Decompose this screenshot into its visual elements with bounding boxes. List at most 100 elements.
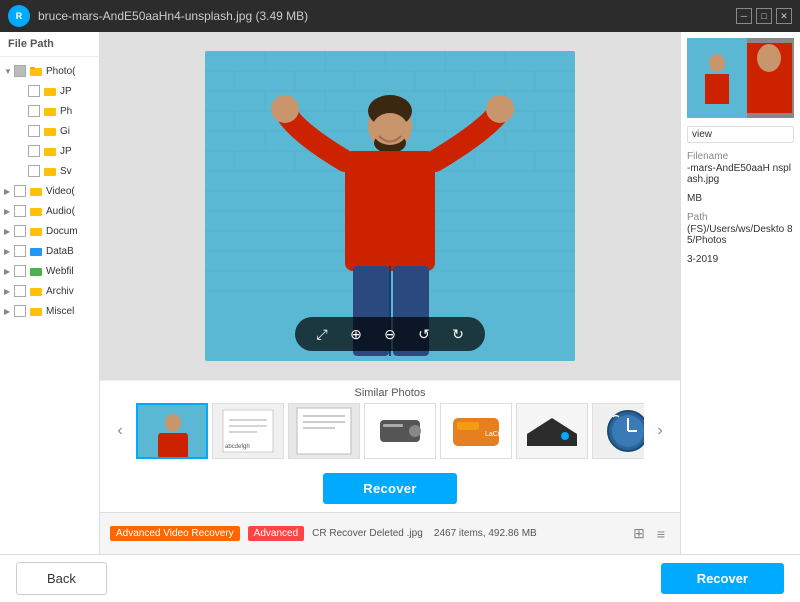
checkbox-gi[interactable] xyxy=(28,125,40,137)
view-input[interactable] xyxy=(687,126,794,143)
path-label: Path xyxy=(687,212,794,223)
bottom-bar: Advanced Video Recovery Advanced CR Reco… xyxy=(100,512,680,554)
folder-icon-jp2 xyxy=(43,144,57,158)
checkbox-jp1[interactable] xyxy=(28,85,40,97)
checkbox-audio[interactable] xyxy=(14,205,26,217)
back-button[interactable]: Back xyxy=(16,562,107,595)
right-panel: Filename -mars-AndE50aaH nsplash.jpg MB … xyxy=(680,32,800,554)
checkbox-archives[interactable] xyxy=(14,285,26,297)
preview-image: ⤢ ⊕ ⊖ ↺ ↻ xyxy=(205,51,575,361)
sidebar-label-misc: Miscel xyxy=(46,306,74,317)
app-logo: R xyxy=(8,5,30,27)
preview-area: ⤢ ⊕ ⊖ ↺ ↻ xyxy=(100,32,680,380)
size-field: MB xyxy=(687,193,794,204)
footer-recover-button[interactable]: Recover xyxy=(661,563,784,594)
date-value: 3-2019 xyxy=(687,254,794,265)
checkbox-ph[interactable] xyxy=(28,105,40,117)
thumb-6[interactable] xyxy=(516,403,588,459)
size-value: MB xyxy=(687,193,794,204)
sidebar-tree: ▼ Photo( JP xyxy=(0,57,99,554)
checkbox-photos[interactable] xyxy=(14,65,26,77)
thumb-2[interactable]: abcdefgh xyxy=(212,403,284,459)
thumb-1[interactable] xyxy=(136,403,208,459)
sidebar-item-jp2[interactable]: JP xyxy=(0,141,99,161)
title-bar-filename: bruce-mars-AndE50aaHn4-unsplash.jpg (3.4… xyxy=(38,9,736,23)
similar-photos-section: Similar Photos ‹ xyxy=(100,380,680,465)
sidebar-item-videos[interactable]: ▶ Video( xyxy=(0,181,99,201)
similar-photos-row: ‹ xyxy=(100,403,680,459)
image-toolbar: ⤢ ⊕ ⊖ ↺ ↻ xyxy=(295,317,485,351)
maximize-btn[interactable]: □ xyxy=(756,8,772,24)
sidebar-label-sv: Sv xyxy=(60,166,72,177)
sidebar-item-audio[interactable]: ▶ Audio( xyxy=(0,201,99,221)
folder-icon-misc xyxy=(29,304,43,318)
sidebar-item-database[interactable]: ▶ DataB xyxy=(0,241,99,261)
folder-icon-documents xyxy=(29,224,43,238)
sidebar-item-jp1[interactable]: JP xyxy=(0,81,99,101)
filename-field: Filename -mars-AndE50aaH nsplash.jpg xyxy=(687,151,794,185)
folder-icon-audio xyxy=(29,204,43,218)
close-btn[interactable]: ✕ xyxy=(776,8,792,24)
next-arrow[interactable]: › xyxy=(648,419,672,443)
sidebar-item-documents[interactable]: ▶ Docum xyxy=(0,221,99,241)
sidebar-item-webfiles[interactable]: ▶ Webfil xyxy=(0,261,99,281)
rotate-right-btn[interactable]: ↻ xyxy=(447,323,469,345)
bottom-status: CR Recover Deleted .jpg 2467 items, 492.… xyxy=(312,528,622,539)
folder-icon-sv xyxy=(43,164,57,178)
adv-tag: Advanced xyxy=(248,526,304,541)
sidebar-label-jp1: JP xyxy=(60,86,72,97)
sidebar-label-ph: Ph xyxy=(60,106,72,117)
checkbox-misc[interactable] xyxy=(14,305,26,317)
thumb-3[interactable] xyxy=(288,403,360,459)
sidebar-item-photos[interactable]: ▼ Photo( xyxy=(0,61,99,81)
sidebar-item-ph[interactable]: Ph xyxy=(0,101,99,121)
thumb-5[interactable]: LaCie xyxy=(440,403,512,459)
sidebar-label-gi: Gi xyxy=(60,126,70,137)
sidebar-item-gi[interactable]: Gi xyxy=(0,121,99,141)
sidebar-item-sv[interactable]: Sv xyxy=(0,161,99,181)
preview-svg xyxy=(205,51,575,361)
svg-text:abcdefgh: abcdefgh xyxy=(225,444,250,450)
sidebar-header: File Path xyxy=(0,32,99,57)
main-container: File Path ▼ Photo( JP xyxy=(0,32,800,554)
svg-text:LaCie: LaCie xyxy=(485,431,503,438)
sidebar: File Path ▼ Photo( JP xyxy=(0,32,100,554)
checkbox-sv[interactable] xyxy=(28,165,40,177)
thumbs-container: abcdefgh xyxy=(136,403,644,459)
view-icons: ⊞ ≡ xyxy=(630,525,670,543)
zoom-in-btn[interactable]: ⊕ xyxy=(345,323,367,345)
list-view-icon[interactable]: ≡ xyxy=(652,525,670,543)
sidebar-label-jp2: JP xyxy=(60,146,72,157)
minimize-btn[interactable]: ─ xyxy=(736,8,752,24)
preview-recover-button[interactable]: Recover xyxy=(323,473,456,504)
rotate-left-btn[interactable]: ↺ xyxy=(413,323,435,345)
file-label: CR Recover Deleted .jpg xyxy=(312,528,423,539)
folder-icon-jp1 xyxy=(43,84,57,98)
prev-arrow[interactable]: ‹ xyxy=(108,419,132,443)
folder-icon xyxy=(29,64,43,78)
thumb-4[interactable] xyxy=(364,403,436,459)
sidebar-label-photos: Photo( xyxy=(46,66,75,77)
sidebar-label-webfiles: Webfil xyxy=(46,266,74,277)
view-field xyxy=(687,126,794,143)
grid-view-icon[interactable]: ⊞ xyxy=(630,525,648,543)
sidebar-item-misc[interactable]: ▶ Miscel xyxy=(0,301,99,321)
fit-screen-btn[interactable]: ⤢ xyxy=(311,323,333,345)
checkbox-webfiles[interactable] xyxy=(14,265,26,277)
folder-icon-videos xyxy=(29,184,43,198)
checkbox-database[interactable] xyxy=(14,245,26,257)
folder-icon-archives xyxy=(29,284,43,298)
folder-icon-webfiles xyxy=(29,264,43,278)
sidebar-item-archives[interactable]: ▶ Archiv xyxy=(0,281,99,301)
checkbox-documents[interactable] xyxy=(14,225,26,237)
sidebar-label-archives: Archiv xyxy=(46,286,74,297)
adv-video-recovery-tag[interactable]: Advanced Video Recovery xyxy=(110,526,240,541)
checkbox-jp2[interactable] xyxy=(28,145,40,157)
recover-btn-container: Recover xyxy=(100,465,680,512)
title-bar: R bruce-mars-AndE50aaHn4-unsplash.jpg (3… xyxy=(0,0,800,32)
zoom-out-btn[interactable]: ⊖ xyxy=(379,323,401,345)
checkbox-videos[interactable] xyxy=(14,185,26,197)
sidebar-label-documents: Docum xyxy=(46,226,78,237)
thumb-7[interactable] xyxy=(592,403,644,459)
folder-icon-ph xyxy=(43,104,57,118)
